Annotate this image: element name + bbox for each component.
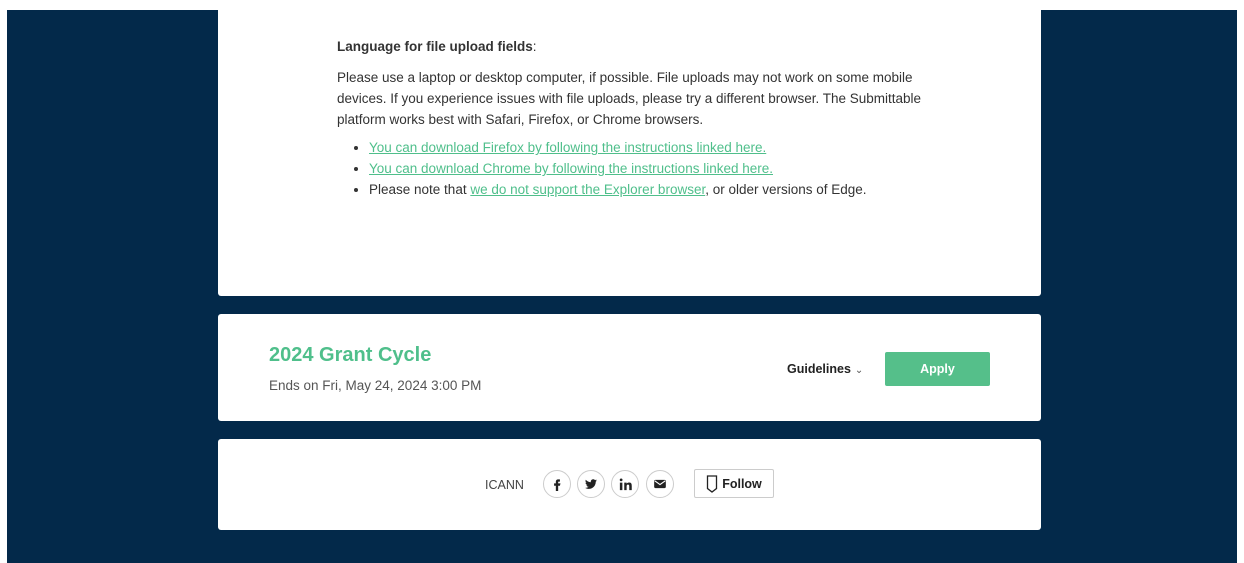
follow-label: Follow	[722, 476, 762, 491]
upload-heading: Language for file upload fields:	[337, 39, 537, 54]
bookmark-icon	[707, 474, 718, 493]
linkedin-icon[interactable]	[611, 470, 639, 498]
guidelines-dropdown[interactable]: Guidelines ⌄	[787, 362, 863, 376]
org-footer-card: ICANN Follow	[218, 439, 1041, 530]
follow-button[interactable]: Follow	[694, 469, 774, 498]
explorer-prefix: Please note that	[369, 182, 471, 197]
twitter-icon[interactable]	[577, 470, 605, 498]
upload-info-card: Language for file upload fields: Please …	[218, 0, 1041, 296]
browser-list: You can download Firefox by following th…	[337, 137, 937, 200]
explorer-suffix: , or older versions of Edge.	[705, 182, 867, 197]
list-item: Please note that we do not support the E…	[369, 179, 937, 200]
mail-icon[interactable]	[646, 470, 674, 498]
org-name: ICANN	[485, 478, 524, 492]
apply-button[interactable]: Apply	[885, 352, 990, 386]
list-item: You can download Chrome by following the…	[369, 158, 937, 179]
guidelines-label: Guidelines	[787, 362, 851, 376]
chevron-down-icon: ⌄	[854, 365, 864, 376]
grant-title: 2024 Grant Cycle	[269, 344, 432, 366]
list-item: You can download Firefox by following th…	[369, 137, 937, 158]
firefox-link[interactable]: You can download Firefox by following th…	[369, 140, 766, 155]
upload-paragraph: Please use a laptop or desktop computer,…	[337, 70, 922, 127]
grant-card: 2024 Grant Cycle Ends on Fri, May 24, 20…	[218, 314, 1041, 421]
chrome-link[interactable]: You can download Chrome by following the…	[369, 161, 773, 176]
explorer-link[interactable]: we do not support the Explorer browser	[470, 182, 705, 197]
grant-deadline: Ends on Fri, May 24, 2024 3:00 PM	[269, 378, 482, 393]
upload-info-section: Language for file upload fields: Please …	[337, 36, 937, 200]
facebook-icon[interactable]	[543, 470, 571, 498]
